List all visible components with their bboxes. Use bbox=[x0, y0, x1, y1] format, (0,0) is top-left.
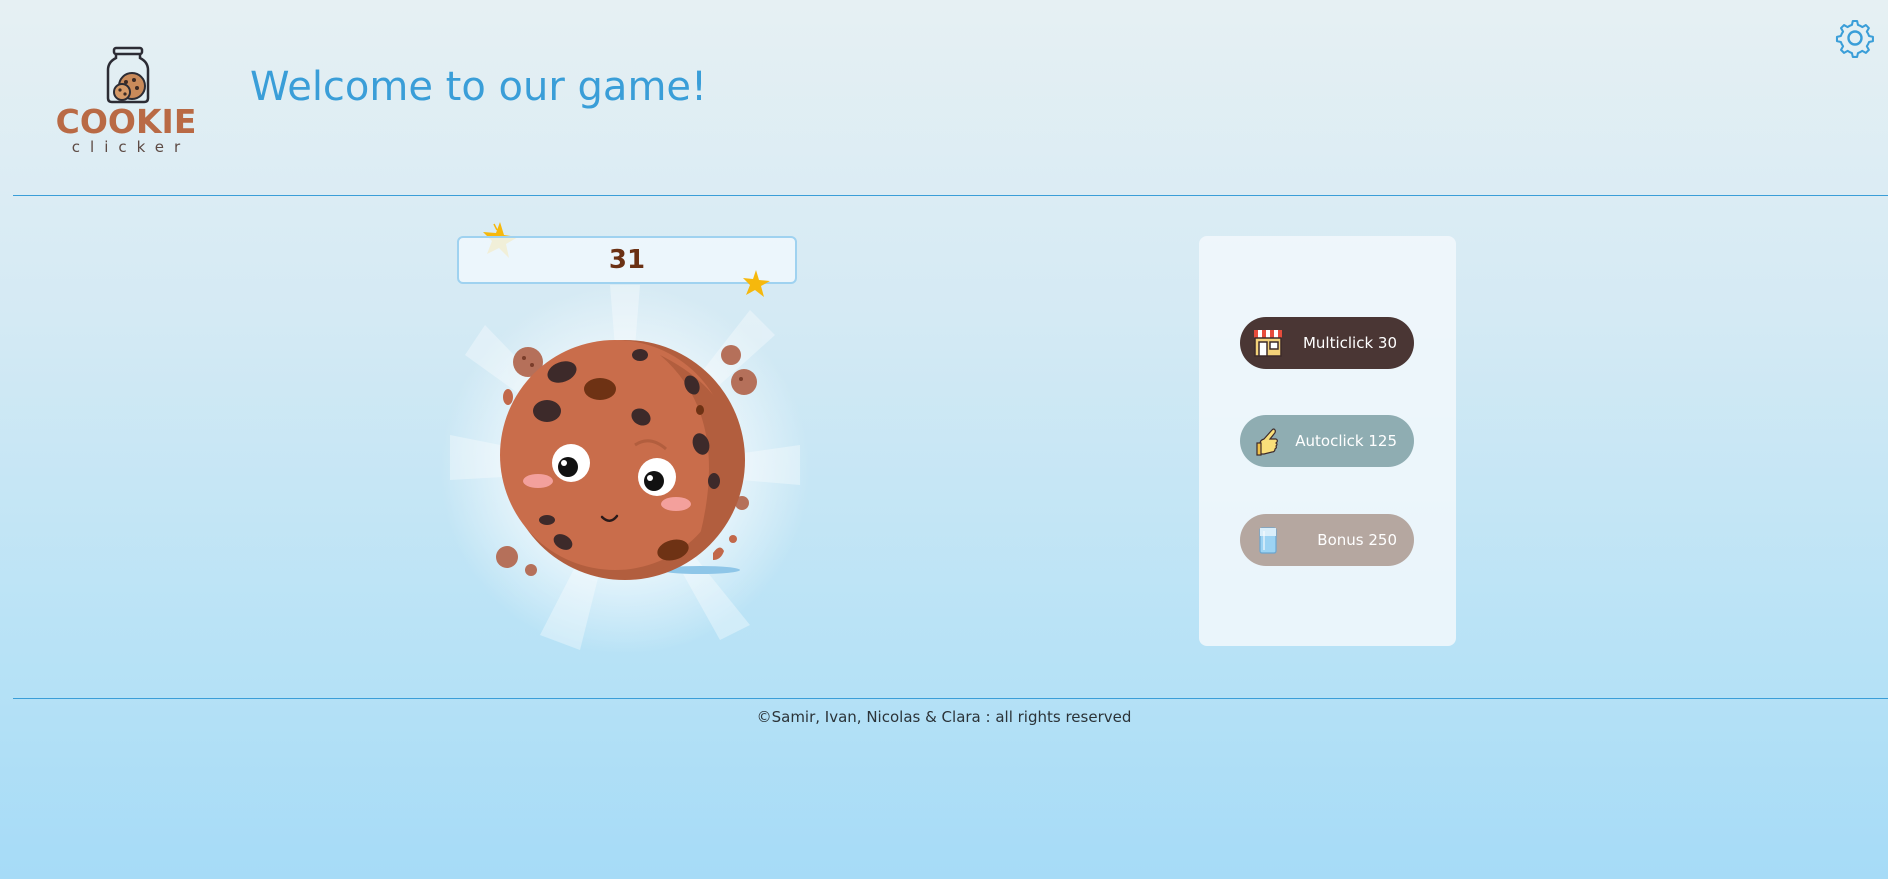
multiclick-label: Multiclick 30 bbox=[1302, 334, 1397, 352]
header-divider bbox=[13, 195, 1888, 196]
gear-icon[interactable] bbox=[1835, 18, 1875, 58]
upgrade-shop-panel: Multiclick 30 Autoclick 125 Bonus 250 bbox=[1199, 236, 1456, 646]
cookie-click-target[interactable] bbox=[430, 285, 820, 655]
cookie-clicker-logo: COOKIE clicker bbox=[48, 46, 204, 158]
copyright-text: ©Samir, Ivan, Nicolas & Clara : all righ… bbox=[756, 708, 1132, 726]
footer-divider bbox=[13, 698, 1888, 699]
cookie-jar-icon bbox=[106, 46, 150, 104]
pointing-hand-icon bbox=[1256, 428, 1278, 456]
autoclick-label: Autoclick 125 bbox=[1295, 432, 1397, 450]
milk-glass-icon bbox=[1259, 527, 1277, 554]
autoclick-button[interactable]: Autoclick 125 bbox=[1240, 415, 1414, 467]
page-title: Welcome to our game! bbox=[250, 64, 708, 110]
shop-stall-icon bbox=[1254, 330, 1282, 357]
page-footer: ©Samir, Ivan, Nicolas & Clara : all righ… bbox=[0, 708, 1888, 726]
cookie-character-icon bbox=[440, 285, 810, 655]
logo-subtitle: clicker bbox=[71, 138, 191, 156]
bonus-button[interactable]: Bonus 250 bbox=[1240, 514, 1414, 566]
page-header: COOKIE clicker Welcome to our game! bbox=[0, 0, 1888, 195]
bonus-label: Bonus 250 bbox=[1317, 531, 1397, 549]
logo-wordmark: COOKIE bbox=[55, 102, 197, 141]
multiclick-button[interactable]: Multiclick 30 bbox=[1240, 317, 1414, 369]
